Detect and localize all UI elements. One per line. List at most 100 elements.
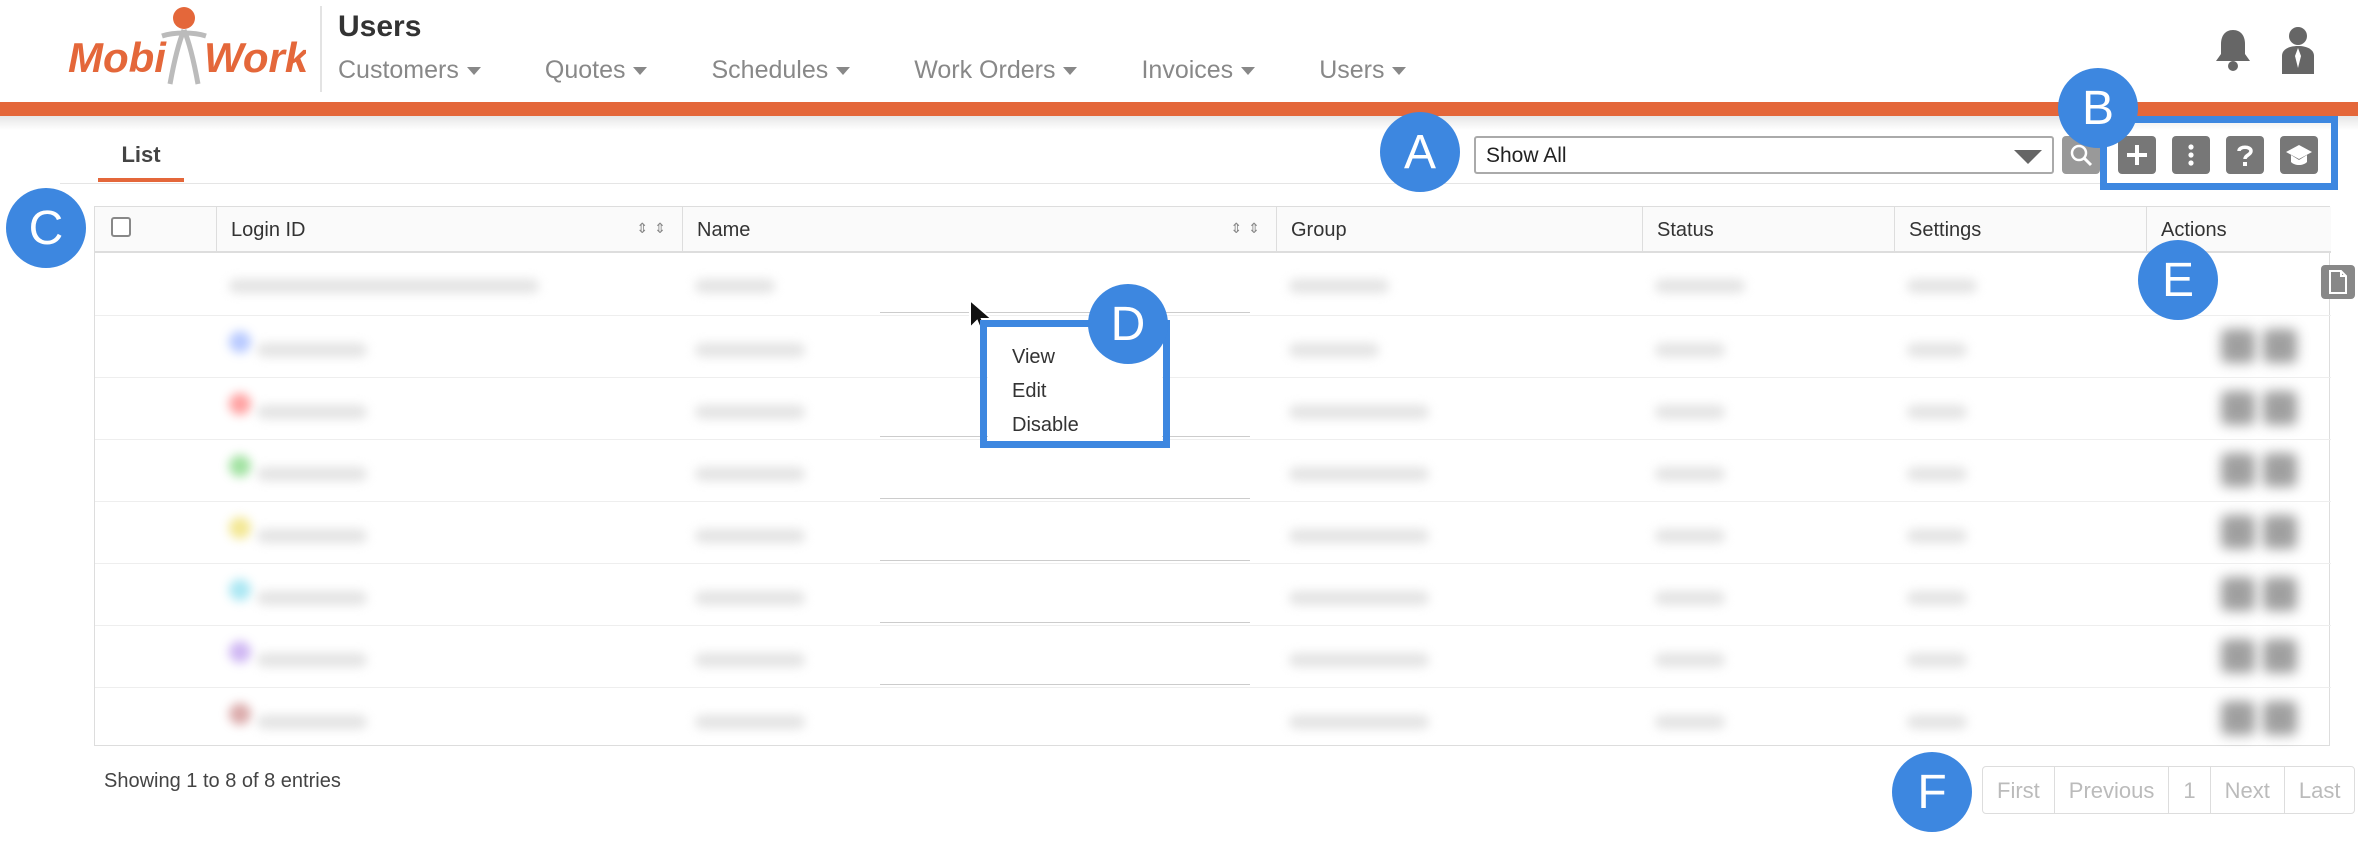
nav-label: Work Orders: [914, 56, 1056, 84]
tab-list[interactable]: List: [98, 140, 184, 182]
redacted-settings: [1907, 653, 1967, 667]
logo[interactable]: Mobi Work: [66, 4, 306, 90]
caret-down-icon: [836, 66, 851, 75]
redacted-avatar: [229, 455, 251, 477]
nav-customers[interactable]: Customers: [338, 56, 481, 85]
redacted-login-id: [257, 653, 367, 667]
table-row[interactable]: [95, 503, 2331, 564]
redacted-avatar: [229, 579, 251, 601]
redacted-name: [695, 467, 805, 481]
redacted-group: [1289, 715, 1429, 729]
svg-text:Work: Work: [204, 34, 306, 81]
document-icon: [2329, 270, 2347, 294]
redacted-actions: [2263, 515, 2297, 549]
caret-down-icon: [466, 66, 481, 75]
select-all-cell: [95, 207, 217, 253]
table-row[interactable]: [95, 379, 2331, 440]
user-icon[interactable]: [2280, 26, 2316, 74]
redacted-actions: [2263, 329, 2297, 363]
select-all-checkbox[interactable]: [111, 217, 131, 237]
nav-label: Users: [1319, 56, 1385, 84]
column-label: Name: [697, 219, 751, 241]
menu-shadow-line: [880, 622, 1250, 623]
redacted-group: [1289, 405, 1429, 419]
redacted-login-id: [257, 405, 367, 419]
menu-shadow-line: [880, 498, 1250, 499]
redacted-settings: [1907, 279, 1977, 293]
column-label: Status: [1657, 219, 1714, 241]
redacted-status: [1655, 591, 1725, 605]
bell-icon[interactable]: [2212, 26, 2254, 72]
redacted-avatar: [229, 331, 251, 353]
column-group: Group: [1277, 207, 1643, 253]
redacted-login-id: [257, 591, 367, 605]
page-next[interactable]: Next: [2211, 767, 2285, 813]
table-row[interactable]: [95, 627, 2331, 688]
column-login-id[interactable]: Login ID ⇕⇕: [217, 207, 683, 253]
caret-down-icon: [633, 66, 648, 75]
app-header: Mobi Work Users Customers Quotes Schedul…: [0, 0, 2358, 102]
redacted-login-id: [257, 529, 367, 543]
redacted-actions: [2263, 577, 2297, 611]
nav-invoices[interactable]: Invoices: [1141, 56, 1256, 85]
table-row[interactable]: [95, 689, 2331, 750]
highlight-box-b: [2100, 116, 2338, 190]
redacted-actions: [2221, 391, 2255, 425]
redacted-group: [1289, 591, 1429, 605]
column-settings: Settings: [1895, 207, 2147, 253]
redacted-name: [695, 715, 805, 729]
redacted-actions: [2221, 515, 2255, 549]
nav-users[interactable]: Users: [1319, 56, 1407, 85]
callout-a: A: [1380, 112, 1460, 192]
table-row[interactable]: [95, 317, 2331, 378]
menu-shadow-line: [880, 560, 1250, 561]
redacted-group: [1289, 279, 1389, 293]
redacted-actions: [2221, 639, 2255, 673]
redacted-login-id: [257, 467, 367, 481]
page-last[interactable]: Last: [2285, 767, 2355, 813]
redacted-status: [1655, 343, 1725, 357]
nav-label: Quotes: [544, 56, 626, 84]
redacted-login-id: [257, 715, 367, 729]
svg-text:Mobi: Mobi: [68, 34, 167, 81]
logo-divider: [320, 6, 322, 92]
column-label: Group: [1291, 219, 1347, 241]
redacted-settings: [1907, 467, 1967, 481]
table-row[interactable]: [95, 441, 2331, 502]
callout-d: D: [1088, 284, 1168, 364]
redacted-actions: [2263, 701, 2297, 735]
nav-quotes[interactable]: Quotes: [545, 56, 648, 85]
redacted-settings: [1907, 591, 1967, 605]
nav-schedules[interactable]: Schedules: [711, 56, 851, 85]
redacted-status: [1655, 715, 1725, 729]
caret-down-icon: [1392, 66, 1407, 75]
page-first[interactable]: First: [1983, 767, 2055, 813]
redacted-group: [1289, 343, 1379, 357]
view-row-button[interactable]: [2321, 265, 2355, 299]
tab-divider: [60, 183, 2330, 184]
table-row[interactable]: [95, 565, 2331, 626]
redacted-settings: [1907, 715, 1967, 729]
filter-select[interactable]: Show All: [1474, 136, 2054, 174]
page-previous[interactable]: Previous: [2055, 767, 2170, 813]
redacted-group: [1289, 529, 1429, 543]
pagination: First Previous 1 Next Last: [1982, 766, 2356, 814]
redacted-status: [1655, 653, 1725, 667]
redacted-avatar: [229, 517, 251, 539]
nav-label: Invoices: [1141, 56, 1234, 84]
redacted-settings: [1907, 405, 1967, 419]
column-status: Status: [1643, 207, 1895, 253]
page-number[interactable]: 1: [2169, 767, 2211, 813]
redacted-actions: [2263, 639, 2297, 673]
redacted-actions: [2263, 453, 2297, 487]
nav-work-orders[interactable]: Work Orders: [914, 56, 1078, 85]
callout-b: B: [2058, 68, 2138, 148]
page-title: Users: [338, 10, 422, 43]
redacted-avatar: [229, 393, 251, 415]
redacted-login-id: [229, 279, 539, 293]
redacted-actions: [2221, 453, 2255, 487]
column-name[interactable]: Name ⇕⇕: [683, 207, 1277, 253]
table-row[interactable]: [95, 255, 2331, 316]
redacted-actions: [2221, 329, 2255, 363]
menu-shadow-line: [880, 312, 1250, 313]
